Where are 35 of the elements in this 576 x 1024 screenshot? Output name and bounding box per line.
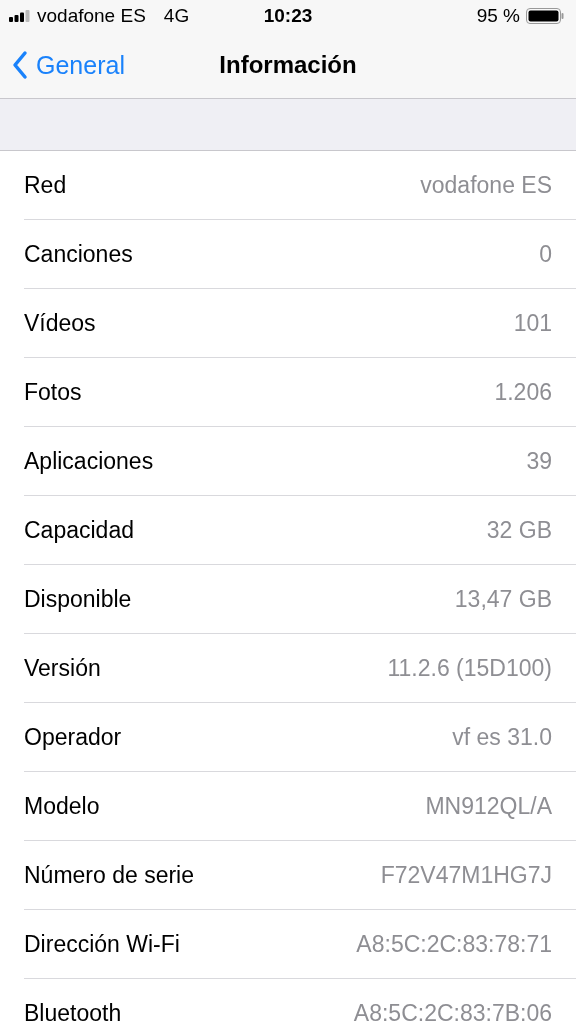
signal-icon: [9, 10, 31, 22]
row-value: 1.206: [494, 378, 552, 406]
row-label: Modelo: [24, 792, 100, 820]
row-value: 39: [526, 447, 552, 475]
row-value: 32 GB: [486, 516, 552, 544]
back-button[interactable]: General: [0, 50, 125, 80]
row-label: Aplicaciones: [24, 447, 154, 475]
row-label: Versión: [24, 654, 101, 682]
row-label: Vídeos: [24, 309, 96, 337]
row-label: Dirección Wi-Fi: [24, 930, 180, 958]
row-label: Fotos: [24, 378, 82, 406]
row-value: 11.2.6 (15D100): [387, 654, 552, 682]
row-value: A8:5C:2C:83:78:71: [356, 930, 552, 958]
page-title: Información: [219, 51, 357, 79]
row-value: 13,47 GB: [454, 585, 552, 613]
row-label: Canciones: [24, 240, 133, 268]
clock-time: 10:23: [263, 5, 313, 27]
row-label: Bluetooth: [24, 999, 122, 1024]
row-label: Red: [24, 171, 67, 199]
battery-icon: [526, 8, 564, 24]
row-value: 101: [513, 309, 552, 337]
row-label: Número de serie: [24, 861, 195, 889]
network-type: 4G: [163, 5, 190, 27]
row-label: Disponible: [24, 585, 132, 613]
row-value: vf es 31.0: [452, 723, 552, 751]
row-value: A8:5C:2C:83:7B:06: [353, 999, 552, 1024]
row-label: Operador: [24, 723, 122, 751]
row-value: vodafone ES: [420, 171, 552, 199]
carrier-name: vodafone ES: [37, 5, 146, 27]
chevron-left-icon: [12, 50, 28, 80]
row-label: Capacidad: [24, 516, 134, 544]
row-value: MN912QL/A: [425, 792, 552, 820]
row-value: F72V47M1HG7J: [380, 861, 552, 889]
battery-percent: 95 %: [476, 5, 520, 27]
row-value: 0: [539, 240, 552, 268]
